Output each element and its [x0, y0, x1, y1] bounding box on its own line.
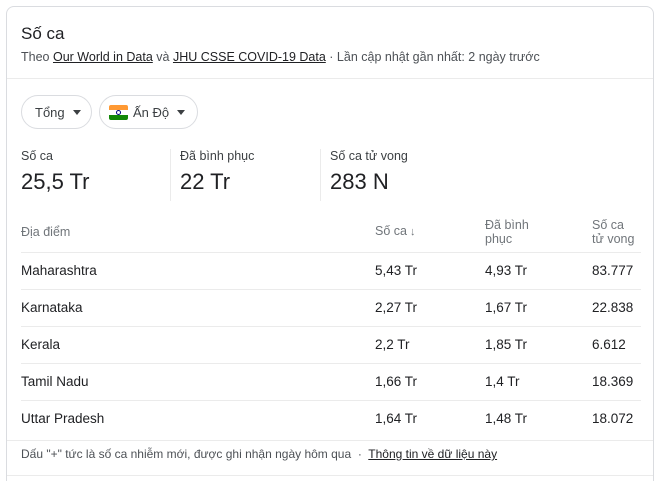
stat-divider	[170, 149, 171, 201]
divider	[7, 440, 653, 441]
cell-recovered: 1,85 Tr	[485, 325, 592, 363]
stat-deaths: Số ca tử vong 283 N	[330, 149, 408, 195]
source-and: và	[156, 50, 170, 64]
total-filter-dropdown[interactable]: Tổng	[21, 95, 92, 129]
cell-cases: 1,66 Tr	[375, 362, 485, 400]
stat-label: Đã bình phục	[180, 149, 255, 163]
header-recovered-line1: Đã bình	[485, 217, 529, 232]
header-deaths[interactable]: Số ca tử vong	[592, 212, 641, 252]
cell-deaths: 18.369	[592, 362, 641, 400]
table-header-row: Địa điểm Số ca ↓ Đã bình phục Số ca tử vong	[21, 212, 641, 252]
stat-divider	[320, 149, 321, 201]
table-row[interactable]: Maharashtra 5,43 Tr 4,93 Tr 83.777	[21, 251, 641, 289]
cell-deaths: 83.777	[592, 251, 641, 289]
footer-note-text: Dấu "+" tức là số ca nhiễm mới, được ghi…	[21, 447, 352, 461]
table-row[interactable]: Tamil Nadu 1,66 Tr 1,4 Tr 18.369	[21, 362, 641, 400]
cell-deaths: 18.072	[592, 399, 641, 437]
cell-recovered: 1,4 Tr	[485, 362, 592, 400]
country-filter-dropdown[interactable]: Ấn Độ	[99, 95, 198, 129]
header-deaths-line1: Số ca	[592, 217, 624, 232]
table-row[interactable]: Kerala 2,2 Tr 1,85 Tr 6.612	[21, 325, 641, 363]
header-deaths-line2: tử vong	[592, 231, 635, 246]
cell-location: Karnataka	[21, 288, 375, 326]
table-row[interactable]: Uttar Pradesh 1,64 Tr 1,48 Tr 18.072	[21, 399, 641, 437]
stat-label: Số ca tử vong	[330, 149, 408, 163]
country-filter-label: Ấn Độ	[133, 104, 170, 120]
stat-value: 22 Tr	[180, 169, 231, 194]
divider	[7, 475, 653, 476]
cell-deaths: 6.612	[592, 325, 641, 363]
stat-cases: Số ca 25,5 Tr	[21, 149, 89, 195]
cell-location: Maharashtra	[21, 251, 375, 289]
jhu-link[interactable]: JHU CSSE COVID-19 Data	[173, 50, 326, 64]
cell-deaths: 22.838	[592, 288, 641, 326]
cell-recovered: 4,93 Tr	[485, 251, 592, 289]
sort-down-icon: ↓	[409, 226, 416, 239]
cell-cases: 2,27 Tr	[375, 288, 485, 326]
cell-location: Tamil Nadu	[21, 362, 375, 400]
cell-location: Kerala	[21, 325, 375, 363]
region-table: Địa điểm Số ca ↓ Đã bình phục Số ca tử vong…	[21, 212, 641, 437]
cell-cases: 5,43 Tr	[375, 251, 485, 289]
caret-down-icon	[72, 109, 81, 115]
stat-recovered: Đã bình phục 22 Tr	[180, 149, 254, 195]
header-location[interactable]: Địa điểm	[21, 212, 375, 252]
owid-link[interactable]: Our World in Data	[53, 50, 153, 64]
total-filter-label: Tổng	[35, 104, 65, 120]
updated-text: · Lần cập nhật gần nhất: 2 ngày trước	[329, 50, 540, 64]
footer-separator: ·	[357, 447, 362, 461]
header-recovered[interactable]: Đã bình phục	[485, 212, 592, 252]
cell-cases: 2,2 Tr	[375, 325, 485, 363]
stat-value: 25,5 Tr	[21, 169, 90, 194]
stat-label: Số ca	[21, 149, 53, 163]
header-cases[interactable]: Số ca ↓	[375, 212, 485, 252]
source-line: Theo Our World in Data và JHU CSSE COVID…	[21, 50, 540, 64]
cell-cases: 1,64 Tr	[375, 399, 485, 437]
stat-value: 283 N	[330, 169, 389, 194]
card-title: Số ca	[21, 24, 65, 43]
cell-recovered: 1,48 Tr	[485, 399, 592, 437]
india-flag-icon	[109, 104, 128, 120]
about-data-link[interactable]: Thông tin về dữ liệu này	[368, 447, 497, 461]
cell-location: Uttar Pradesh	[21, 399, 375, 437]
header-cases-label: Số ca	[375, 224, 407, 239]
divider	[7, 78, 653, 79]
covid-cases-card: Số ca Theo Our World in Data và JHU CSSE…	[6, 6, 654, 481]
footer-note: Dấu "+" tức là số ca nhiễm mới, được ghi…	[21, 447, 497, 461]
cell-recovered: 1,67 Tr	[485, 288, 592, 326]
source-prefix: Theo	[21, 50, 50, 64]
table-row[interactable]: Karnataka 2,27 Tr 1,67 Tr 22.838	[21, 288, 641, 326]
header-recovered-line2: phục	[485, 231, 513, 246]
caret-down-icon	[177, 109, 186, 115]
